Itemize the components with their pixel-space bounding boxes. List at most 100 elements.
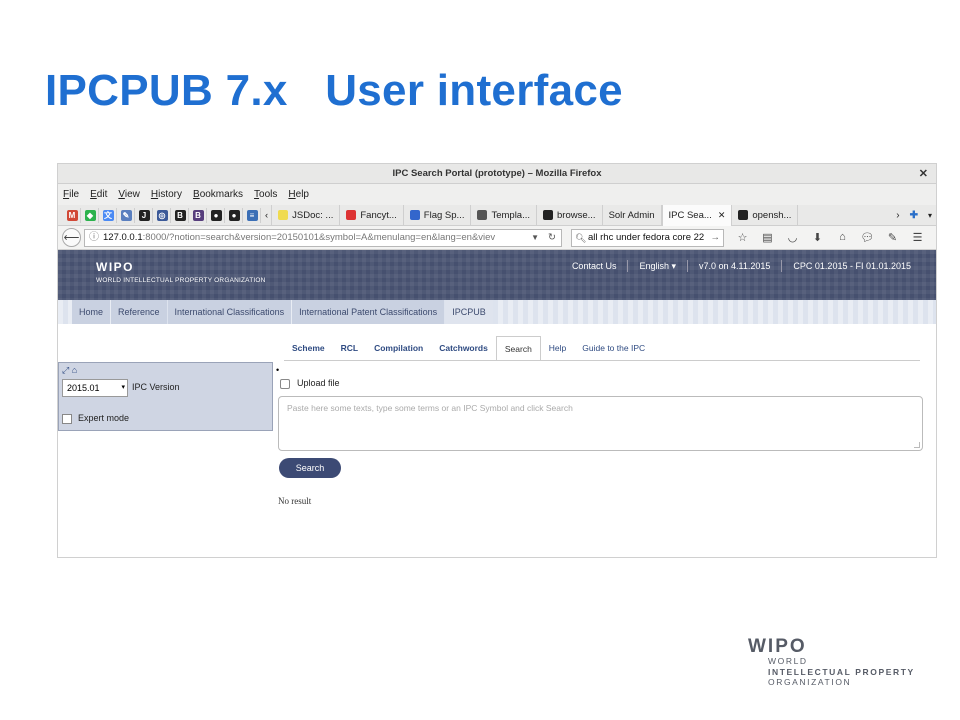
back-button[interactable]: ⟵ xyxy=(62,228,81,247)
tab-help[interactable]: Help xyxy=(541,336,574,360)
panel-tools: ⤢ ⌂ xyxy=(62,365,77,376)
reading-list-icon[interactable]: ▤ xyxy=(755,231,780,244)
version-info: v7.0 on 4.11.2015 xyxy=(699,261,771,271)
pinned-tab[interactable]: ◆ xyxy=(82,207,99,223)
chat-icon[interactable]: 💬︎ xyxy=(855,231,880,244)
browser-tab[interactable]: browse... xyxy=(537,204,603,226)
pinned-tab[interactable]: J xyxy=(136,207,153,223)
tab-scroll-right-icon[interactable]: › xyxy=(896,210,899,221)
tab-search[interactable]: Search xyxy=(495,336,541,360)
home-icon[interactable]: ⌂ xyxy=(72,365,77,375)
url-bar[interactable]: ⓘ 127.0.0.1:8000/?notion=search&version=… xyxy=(84,228,562,247)
expand-icon[interactable]: ⤢ xyxy=(62,365,69,375)
tab-scheme[interactable]: Scheme xyxy=(284,336,333,360)
pinned-tab[interactable]: ✎ xyxy=(118,207,135,223)
pinned-tab[interactable]: 文 xyxy=(100,207,117,223)
close-tab-icon[interactable]: ✕ xyxy=(718,210,726,221)
upload-file-checkbox[interactable] xyxy=(280,379,290,389)
site-info-icon[interactable]: ⓘ xyxy=(89,230,99,246)
window-title: IPC Search Portal (prototype) – Mozilla … xyxy=(392,168,602,179)
breadcrumb-item[interactable]: IPCPUB xyxy=(445,300,493,324)
tab-rcl[interactable]: RCL xyxy=(333,336,366,360)
swirl-icon: ◎ xyxy=(156,209,168,221)
tab-label: browse... xyxy=(557,209,596,221)
menu-item-tools[interactable]: Tools xyxy=(254,189,277,200)
result-status: No result xyxy=(278,496,312,506)
wipo-header: WIPO WORLD INTELLECTUAL PROPERTY ORGANIZ… xyxy=(58,250,936,300)
search-button[interactable]: Search xyxy=(279,458,341,478)
breadcrumb-item[interactable]: Reference xyxy=(111,300,167,324)
history-dropdown-icon[interactable]: ▼ xyxy=(528,229,539,246)
browser-tab[interactable]: JSDoc: ... xyxy=(272,204,341,226)
browser-screenshot: IPC Search Portal (prototype) – Mozilla … xyxy=(57,163,937,558)
hamburger-menu-icon[interactable]: ☰ xyxy=(905,231,930,244)
bookmark-star-icon[interactable]: ☆ xyxy=(730,231,755,244)
pinned-tab[interactable]: M xyxy=(64,207,81,223)
menu-item-edit[interactable]: Edit xyxy=(90,189,107,200)
window-titlebar: IPC Search Portal (prototype) – Mozilla … xyxy=(58,164,936,184)
menu-item-help[interactable]: Help xyxy=(288,189,309,200)
tab-list-icon[interactable]: ▾ xyxy=(928,211,932,220)
menu-item-bookmarks[interactable]: Bookmarks xyxy=(193,189,243,200)
tab-label: Solr Admin xyxy=(608,209,655,221)
options-panel: ⤢ ⌂ 2015.01 ▾ IPC Version Expert mode xyxy=(58,362,273,431)
contact-us-link[interactable]: Contact Us xyxy=(561,261,628,271)
browser-tab[interactable]: Fancyt... xyxy=(340,204,404,226)
screenshot-icon[interactable]: ✎ xyxy=(880,231,905,244)
browser-tab[interactable]: IPC Sea... ✕ xyxy=(661,204,733,226)
tab-catchwords[interactable]: Catchwords xyxy=(431,336,496,360)
tab-compilation[interactable]: Compilation xyxy=(366,336,431,360)
flag-icon xyxy=(409,210,420,220)
wipo-logo-line-2: INTELLECTUAL PROPERTY xyxy=(768,666,915,677)
search-go-icon[interactable]: → xyxy=(710,229,720,246)
jsfiddle-icon: J xyxy=(138,209,150,221)
pocket-icon[interactable]: ◡ xyxy=(780,231,805,244)
wipo-header-logo[interactable]: WIPO WORLD INTELLECTUAL PROPERTY ORGANIZ… xyxy=(96,260,266,284)
ipc-version-select[interactable]: 2015.01 ▾ xyxy=(62,379,128,397)
tab-scroll-left-icon[interactable]: ‹ xyxy=(262,204,273,226)
search-bar[interactable]: 🔍︎ all rhc under fedora core 22 → xyxy=(571,228,724,247)
breadcrumb-item[interactable]: Home xyxy=(72,300,111,324)
breadcrumb: Home Reference International Classificatio… xyxy=(58,300,936,324)
gmail-icon: M xyxy=(66,209,78,221)
wipo-logo: WIPO WORLD INTELLECTUAL PROPERTY ORGANIZ… xyxy=(748,637,915,688)
menu-item-view[interactable]: View xyxy=(118,189,140,200)
wipo-logo-line-3: ORGANIZATION xyxy=(768,677,852,687)
url-host: 127.0.0.1 xyxy=(103,231,143,243)
search-textarea[interactable]: Paste here some texts, type some terms o… xyxy=(278,396,923,451)
tab-guide-to-the-ipc[interactable]: Guide to the IPC xyxy=(574,336,653,360)
menu-bar: File Edit View History Bookmarks Tools Help xyxy=(58,184,936,205)
home-icon[interactable]: ⌂ xyxy=(830,231,855,244)
pinned-tab[interactable]: ≡ xyxy=(244,207,261,223)
browser-tab[interactable]: Flag Sp... xyxy=(404,204,472,226)
menu-item-history[interactable]: History xyxy=(151,189,182,200)
upload-file-label: Upload file xyxy=(297,378,340,388)
browser-tab[interactable]: opensh... xyxy=(732,204,799,226)
pinned-tab[interactable]: ◎ xyxy=(154,207,171,223)
pinned-tab[interactable]: ● xyxy=(208,207,225,223)
breadcrumb-item[interactable]: International Patent Classifications xyxy=(292,300,445,324)
tab-label: IPC Sea... xyxy=(668,209,712,221)
main-content: Scheme RCL Compilation Catchwords Search Help… xyxy=(58,324,936,534)
template-icon xyxy=(477,210,488,220)
browser-tab[interactable]: Solr Admin xyxy=(603,204,662,226)
pinned-tab[interactable]: B xyxy=(190,207,207,223)
ipc-version-label: IPC Version xyxy=(132,382,180,392)
download-icon[interactable]: ⬇ xyxy=(805,231,830,244)
pinned-tab[interactable]: ● xyxy=(226,207,243,223)
tab-label: Templa... xyxy=(491,209,531,221)
reload-icon[interactable]: ↻ xyxy=(548,229,556,246)
language-select[interactable]: English ▾ xyxy=(628,261,687,272)
wipo-header-links: Contact Us English ▾ v7.0 on 4.11.2015 C… xyxy=(561,260,922,272)
bootstrap-icon: B xyxy=(192,209,204,221)
bullet: • xyxy=(276,365,280,375)
breadcrumb-item[interactable]: International Classifications xyxy=(167,300,292,324)
github-icon: ● xyxy=(228,209,240,221)
browser-tab[interactable]: Templa... xyxy=(471,204,538,226)
pinned-tab[interactable]: B xyxy=(172,207,189,223)
menu-item-file[interactable]: File xyxy=(63,189,79,200)
github-icon xyxy=(738,210,749,220)
new-tab-icon[interactable]: ✚ xyxy=(910,210,918,221)
close-icon[interactable]: ✕ xyxy=(919,164,928,184)
expert-mode-checkbox[interactable] xyxy=(62,414,72,424)
